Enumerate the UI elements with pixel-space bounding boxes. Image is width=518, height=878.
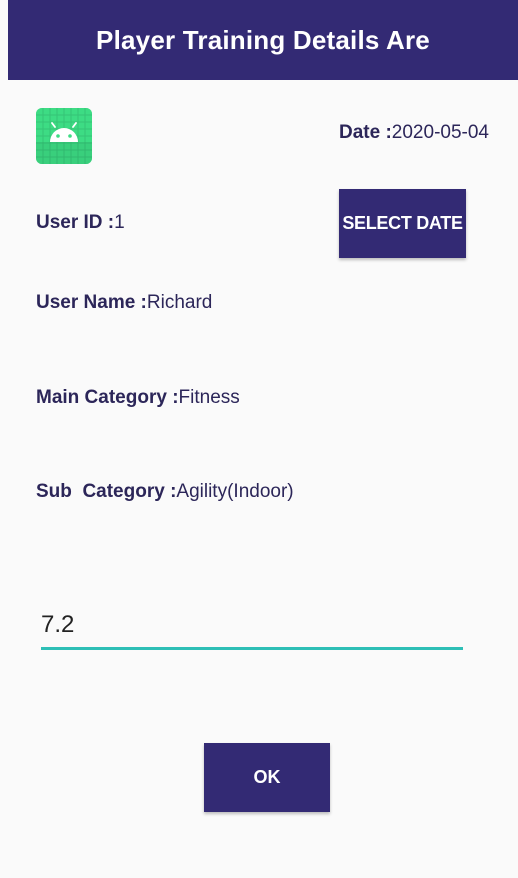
main-category-value: Fitness	[178, 387, 240, 408]
user-id-value: 1	[114, 212, 125, 233]
main-category-label: Main Category :	[36, 387, 179, 408]
select-date-button[interactable]: SELECT DATE	[339, 189, 466, 258]
screen: Player Training Details Are Date:2020-0…	[0, 0, 518, 878]
user-id-label: User ID :	[36, 212, 115, 233]
sub-category-row: Sub Category :Agility(Indoor)	[36, 481, 294, 503]
user-name-label: User Name :	[36, 292, 147, 313]
app-bar: Player Training Details Are	[8, 0, 518, 80]
app-bar-title: Player Training Details Are	[96, 24, 430, 55]
user-name-value: Richard	[146, 292, 213, 313]
main-category-row: Main Category :Fitness	[36, 387, 240, 409]
user-name-row: User Name :Richard	[36, 292, 212, 314]
date-row: Date :2020-05-04	[339, 122, 489, 144]
ok-button[interactable]: OK	[204, 743, 330, 812]
sub-category-value: Agility(Indoor)	[176, 481, 294, 502]
user-id-row: User ID :1	[36, 212, 125, 234]
android-robot-icon	[36, 108, 92, 164]
date-label: Date :	[339, 122, 392, 143]
date-value: 2020-05-04	[391, 122, 489, 143]
score-input-underline	[41, 605, 463, 650]
score-input[interactable]	[41, 605, 463, 645]
sub-category-label: Sub Category :	[36, 481, 177, 502]
